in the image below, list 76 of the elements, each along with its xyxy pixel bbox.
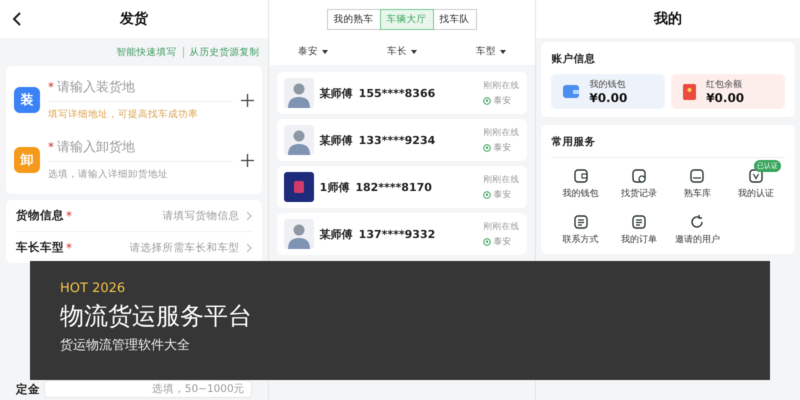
- chevron-icon: [246, 242, 252, 252]
- location-pin-icon: [483, 96, 492, 104]
- driver-card[interactable]: 某师傅 137****9332 刚刚在线 泰安: [276, 213, 528, 255]
- address-hint: 填写详细地址，可提高找车成功率: [48, 108, 199, 120]
- banner-title: 物流货运服务平台: [60, 301, 253, 332]
- page-title: 发货: [120, 10, 148, 28]
- driver-card[interactable]: 1师傅 182****8170 刚刚在线 泰安: [276, 166, 528, 208]
- wallet-icon: [563, 85, 580, 98]
- balance-label: 红包余额: [706, 78, 744, 91]
- online-status: 刚刚在线: [483, 220, 520, 232]
- service-label[interactable]: 我的认证: [738, 187, 774, 200]
- balance-tile[interactable]: 红包余额 ¥0.00: [671, 74, 786, 109]
- service-label[interactable]: 我的订单: [620, 233, 657, 246]
- notebook-icon[interactable]: [572, 214, 589, 230]
- balance-label: 我的钱包: [589, 78, 626, 91]
- location-pin-icon: [483, 238, 492, 246]
- online-status: 刚刚在线: [483, 174, 520, 186]
- field-label: 定金: [16, 382, 40, 396]
- wallet-icon[interactable]: [572, 168, 589, 184]
- driver-location: 泰安: [493, 142, 512, 154]
- address-tag: 装: [14, 87, 40, 113]
- chevron-icon: [246, 210, 252, 220]
- segment-tab[interactable]: 我的熟车: [326, 8, 380, 30]
- segment-tab[interactable]: 找车队: [432, 8, 476, 30]
- service-label[interactable]: 联系方式: [562, 233, 599, 246]
- service-label[interactable]: 我的钱包: [562, 187, 599, 200]
- section-title: 常用服务: [551, 131, 786, 158]
- required-mark: *: [66, 210, 72, 222]
- driver-phone: 182****8170: [355, 180, 432, 194]
- required-mark: *: [48, 81, 54, 93]
- address-input[interactable]: 请输入装货地: [57, 80, 207, 94]
- address-tag: 卸: [14, 147, 40, 173]
- section-title: 账户信息: [551, 52, 596, 67]
- page-title: 我的: [654, 10, 682, 28]
- driver-card[interactable]: 某师傅 155****8366 刚刚在线 泰安: [276, 72, 528, 114]
- online-status: 刚刚在线: [483, 126, 520, 138]
- document-icon[interactable]: [630, 214, 647, 230]
- filter-dropdown[interactable]: 车型: [472, 43, 510, 60]
- balance-amount: ¥0.00: [706, 91, 744, 105]
- location-pin-icon: [483, 190, 492, 198]
- balance-amount: ¥0.00: [589, 91, 628, 105]
- banner-tag: HOT 2026: [60, 281, 740, 296]
- location-pin-icon: [483, 144, 492, 152]
- required-mark: *: [48, 141, 54, 153]
- amount-input[interactable]: 选填，50~1000元: [44, 380, 252, 398]
- driver-phone: 137****9332: [358, 228, 436, 240]
- back-icon[interactable]: [12, 12, 22, 26]
- driver-name: 某师傅: [320, 132, 353, 148]
- service-label[interactable]: 熟车库: [684, 187, 711, 200]
- service-label[interactable]: 邀请的用户: [674, 233, 720, 246]
- picker-field[interactable]: 请选择所需车长和车型: [79, 242, 240, 254]
- driver-phone: 155****8366: [358, 86, 436, 100]
- required-mark: *: [66, 242, 72, 254]
- driver-name: 某师傅: [320, 226, 353, 242]
- envelope-icon: [683, 84, 696, 100]
- address-hint: 选填，请输入详细卸货地址: [48, 168, 169, 180]
- driver-name: 1师傅: [320, 180, 350, 194]
- driver-name: 某师傅: [320, 86, 353, 100]
- filter-dropdown[interactable]: 泰安: [294, 43, 332, 60]
- field-label: 车长车型: [16, 240, 64, 255]
- plus-icon[interactable]: [240, 94, 254, 106]
- driver-phone: 133****9234: [358, 134, 436, 146]
- driver-location: 泰安: [493, 94, 512, 106]
- refresh-icon[interactable]: [689, 214, 706, 230]
- online-status: 刚刚在线: [483, 80, 520, 92]
- picker-field[interactable]: 请填写货物信息: [79, 210, 240, 222]
- banner-subtitle: 货运物流管理软件大全: [60, 337, 191, 354]
- balance-tile[interactable]: 我的钱包 ¥0.00: [551, 74, 666, 109]
- address-input[interactable]: 请输入卸货地: [57, 140, 207, 154]
- driver-location: 泰安: [493, 236, 512, 248]
- driver-location: 泰安: [493, 188, 512, 200]
- filter-dropdown[interactable]: 车长: [383, 43, 421, 60]
- plus-icon[interactable]: [240, 154, 254, 166]
- field-label: 货物信息: [16, 208, 64, 223]
- driver-card[interactable]: 某师傅 133****9234 刚刚在线 泰安: [276, 119, 528, 161]
- service-label[interactable]: 找货记录: [620, 187, 657, 200]
